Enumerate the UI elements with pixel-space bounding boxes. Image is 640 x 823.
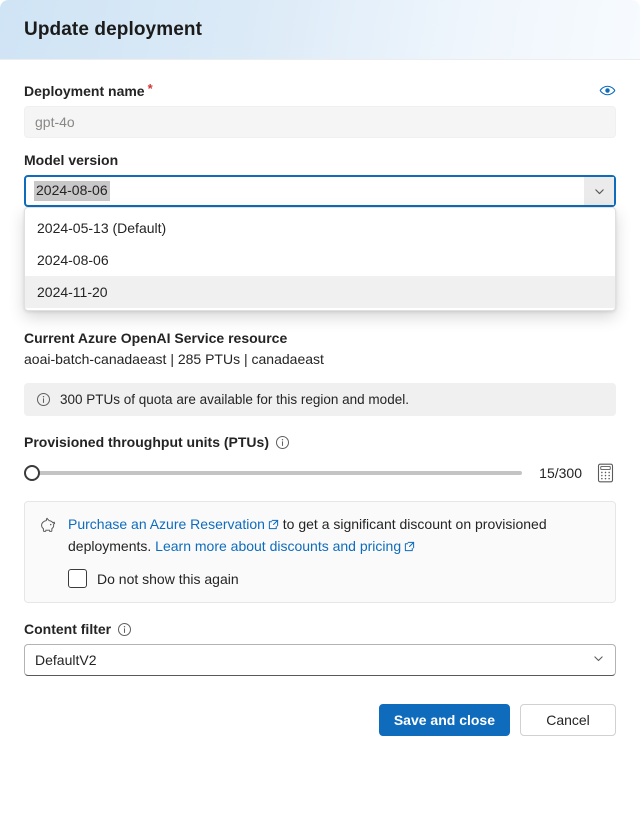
- deployment-name-label: Deployment name *: [24, 81, 153, 99]
- model-version-option-label: 2024-08-06: [37, 252, 109, 268]
- chevron-down-icon: [592, 652, 605, 668]
- ptu-info-icon[interactable]: [275, 435, 290, 450]
- current-resource-title: Current Azure OpenAI Service resource: [24, 330, 288, 346]
- model-version-dropdown-list: 2024-05-13 (Default) 2024-08-06 2024-11-…: [24, 207, 616, 311]
- model-version-option-label: 2024-11-20: [37, 284, 108, 300]
- update-deployment-panel: Update deployment Deployment name * gpt-4…: [0, 0, 640, 823]
- content-filter-label: Content filter: [24, 621, 112, 637]
- ptu-slider[interactable]: [24, 464, 522, 482]
- reservation-text: Purchase an Azure Reservation to get a s…: [68, 514, 601, 558]
- ptu-label: Provisioned throughput units (PTUs): [24, 434, 269, 450]
- do-not-show-again-label: Do not show this again: [97, 570, 239, 587]
- required-asterisk: *: [147, 81, 153, 96]
- piggy-bank-icon: [39, 514, 58, 588]
- model-version-expand-button[interactable]: [584, 177, 614, 205]
- model-version-selected-value: 2024-08-06: [34, 181, 110, 201]
- quota-info-banner: 300 PTUs of quota are available for this…: [24, 383, 616, 416]
- quota-banner-text: 300 PTUs of quota are available for this…: [60, 392, 409, 407]
- content-filter-label-row: Content filter: [24, 621, 616, 637]
- model-version-option-2[interactable]: 2024-11-20: [25, 276, 615, 308]
- ptu-slider-row: 15/300: [24, 461, 616, 485]
- eye-icon[interactable]: [599, 82, 616, 99]
- model-version-combobox[interactable]: 2024-08-06: [24, 175, 616, 207]
- ptu-value-display: 15/300: [539, 465, 582, 481]
- model-version-option-0[interactable]: 2024-05-13 (Default): [25, 212, 615, 244]
- footer-actions: Save and close Cancel: [24, 704, 616, 736]
- do-not-show-again-checkbox[interactable]: [68, 569, 87, 588]
- content-filter-selected-value: DefaultV2: [35, 652, 97, 668]
- model-version-combobox-wrap: 2024-08-06 2024-05-13 (Default) 2024-08-…: [24, 175, 616, 311]
- current-resource-value: aoai-batch-canadaeast | 285 PTUs | canad…: [24, 351, 324, 367]
- calculator-icon[interactable]: [594, 461, 616, 485]
- deployment-name-input: gpt-4o: [24, 106, 616, 138]
- model-version-option-label: 2024-05-13 (Default): [37, 220, 167, 236]
- deployment-name-value: gpt-4o: [35, 114, 75, 130]
- ptu-slider-track: [32, 471, 522, 475]
- content-filter-info-icon[interactable]: [117, 622, 132, 637]
- azure-reservation-card: Purchase an Azure Reservation to get a s…: [24, 501, 616, 603]
- model-version-label-text: Model version: [24, 152, 119, 168]
- deployment-name-label-row: Deployment name *: [24, 82, 616, 99]
- discounts-pricing-link[interactable]: Learn more about discounts and pricing: [155, 538, 401, 554]
- deployment-name-label-text: Deployment name: [24, 82, 145, 99]
- content-filter-select[interactable]: DefaultV2: [24, 644, 616, 676]
- info-circle-icon: [36, 392, 51, 407]
- panel-header: Update deployment: [0, 0, 640, 60]
- panel-body: Deployment name * gpt-4o Model version 20…: [0, 60, 640, 736]
- cancel-button[interactable]: Cancel: [520, 704, 616, 736]
- do-not-show-again-row[interactable]: Do not show this again: [68, 569, 601, 588]
- model-version-option-1[interactable]: 2024-08-06: [25, 244, 615, 276]
- purchase-reservation-link[interactable]: Purchase an Azure Reservation: [68, 516, 265, 532]
- external-link-icon: [404, 537, 415, 558]
- model-version-label: Model version: [24, 152, 616, 168]
- ptu-label-row: Provisioned throughput units (PTUs): [24, 434, 616, 450]
- ptu-slider-thumb[interactable]: [24, 465, 40, 481]
- save-and-close-button[interactable]: Save and close: [378, 704, 510, 736]
- page-title: Update deployment: [24, 18, 202, 40]
- external-link-icon: [268, 515, 279, 536]
